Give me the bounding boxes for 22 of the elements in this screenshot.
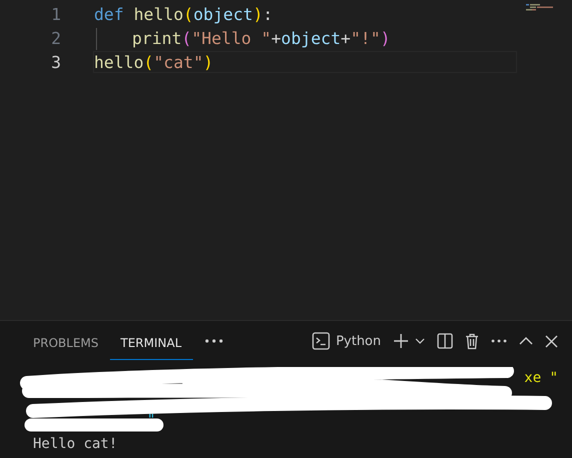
chevron-down-icon[interactable] xyxy=(415,338,425,344)
terminal-name[interactable]: Python xyxy=(336,334,381,348)
terminal-text: xe " xyxy=(524,370,558,386)
split-icon[interactable] xyxy=(437,333,453,349)
code-line: print("Hello "+object+"!") xyxy=(131,28,390,48)
panel-tab[interactable]: TERMINAL xyxy=(110,324,193,360)
chevron-up-icon[interactable] xyxy=(519,337,533,345)
code-line: def hello(object): xyxy=(94,4,273,24)
close-icon[interactable] xyxy=(545,334,558,348)
terminal-text: " xyxy=(147,412,156,428)
minimap-drawing xyxy=(526,4,556,12)
terminal-icon xyxy=(312,332,330,350)
plus-icon[interactable] xyxy=(393,333,409,349)
more-icon[interactable] xyxy=(491,339,507,343)
more-icon[interactable] xyxy=(204,339,223,343)
line-number: 1 xyxy=(50,4,62,24)
panel-tab[interactable]: PROBLEMS xyxy=(22,324,110,360)
trash-icon[interactable] xyxy=(465,332,479,350)
line-number: 3 xyxy=(50,52,62,72)
terminal-output: Hello cat! xyxy=(33,435,118,454)
code-line: hello("cat") xyxy=(94,52,214,72)
line-number: 2 xyxy=(50,28,62,48)
